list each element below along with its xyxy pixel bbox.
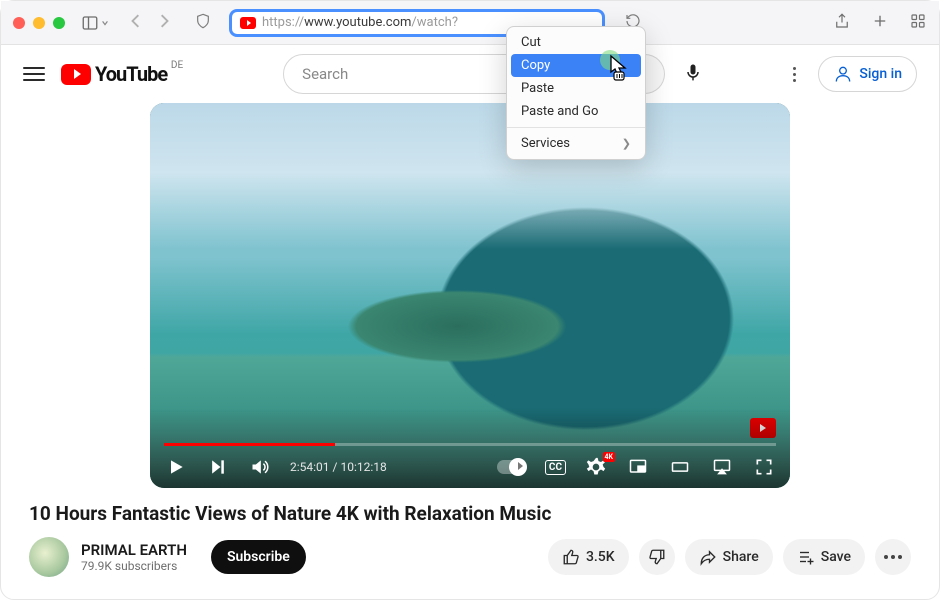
play-button[interactable] bbox=[164, 457, 188, 477]
context-copy[interactable]: Copy bbox=[511, 54, 641, 77]
safari-toolbar: https://www.youtube.com/watch? bbox=[1, 1, 939, 45]
channel-avatar[interactable] bbox=[29, 537, 69, 577]
minimize-window-button[interactable] bbox=[33, 17, 45, 29]
share-button[interactable] bbox=[833, 12, 851, 34]
player-controls: 2:54:01 / 10:12:18 CC 4K bbox=[150, 446, 790, 488]
search-placeholder: Search bbox=[302, 65, 348, 83]
channel-info[interactable]: PRIMAL EARTH 79.9K subscribers bbox=[81, 541, 187, 573]
more-actions-button[interactable] bbox=[875, 539, 911, 575]
like-count: 3.5K bbox=[586, 549, 615, 565]
fullscreen-button[interactable] bbox=[752, 457, 776, 477]
youtube-play-icon bbox=[61, 64, 91, 85]
channel-name: PRIMAL EARTH bbox=[81, 541, 187, 559]
tab-overview-button[interactable] bbox=[909, 12, 927, 34]
like-button[interactable]: 3.5K bbox=[548, 539, 629, 575]
share-button[interactable]: Share bbox=[685, 539, 773, 575]
volume-button[interactable] bbox=[248, 457, 272, 477]
context-separator bbox=[507, 127, 645, 128]
context-paste-and-go[interactable]: Paste and Go bbox=[507, 100, 645, 123]
video-player[interactable]: 2:54:01 / 10:12:18 CC 4K bbox=[150, 103, 790, 488]
sign-in-button[interactable]: Sign in bbox=[818, 56, 917, 92]
airplay-button[interactable] bbox=[710, 457, 734, 477]
youtube-wordmark: YouTube bbox=[95, 62, 167, 86]
context-cut[interactable]: Cut bbox=[507, 31, 645, 54]
dislike-button[interactable] bbox=[639, 539, 675, 575]
autoplay-toggle[interactable] bbox=[497, 460, 527, 474]
subscriber-count: 79.9K subscribers bbox=[81, 559, 187, 573]
voice-search-button[interactable] bbox=[683, 62, 703, 86]
share-label: Share bbox=[723, 549, 759, 565]
privacy-shield-icon[interactable] bbox=[195, 13, 211, 33]
save-button[interactable]: Save bbox=[783, 539, 865, 575]
forward-button[interactable] bbox=[157, 13, 171, 32]
subtitles-button[interactable]: CC bbox=[545, 460, 566, 475]
maximize-window-button[interactable] bbox=[53, 17, 65, 29]
settings-menu-button[interactable] bbox=[793, 67, 796, 82]
theater-button[interactable] bbox=[668, 457, 692, 477]
sidebar-toggle-button[interactable] bbox=[81, 14, 109, 32]
settings-button[interactable]: 4K bbox=[584, 457, 608, 477]
miniplayer-button[interactable] bbox=[626, 457, 650, 477]
video-title: 10 Hours Fantastic Views of Nature 4K wi… bbox=[29, 502, 911, 525]
subscribe-button[interactable]: Subscribe bbox=[211, 540, 306, 574]
youtube-logo[interactable]: YouTube DE bbox=[61, 62, 167, 86]
save-label: Save bbox=[821, 549, 851, 565]
back-button[interactable] bbox=[129, 13, 143, 32]
sign-in-label: Sign in bbox=[859, 66, 902, 82]
video-metadata: 10 Hours Fantastic Views of Nature 4K wi… bbox=[1, 488, 939, 591]
context-paste[interactable]: Paste bbox=[507, 77, 645, 100]
quality-badge: 4K bbox=[603, 452, 615, 462]
context-services[interactable]: Services❯ bbox=[507, 132, 645, 155]
menu-button[interactable] bbox=[23, 63, 45, 85]
context-menu: Cut Copy Paste Paste and Go Services❯ bbox=[506, 26, 646, 160]
youtube-header: YouTube DE Search Sign in bbox=[1, 45, 939, 103]
window-controls bbox=[13, 17, 65, 29]
region-code: DE bbox=[171, 60, 183, 71]
time-display: 2:54:01 / 10:12:18 bbox=[290, 460, 387, 474]
url-text: https://www.youtube.com/watch? bbox=[262, 15, 458, 30]
youtube-favicon-icon bbox=[240, 17, 256, 29]
new-tab-button[interactable] bbox=[871, 12, 889, 34]
next-button[interactable] bbox=[206, 457, 230, 477]
close-window-button[interactable] bbox=[13, 17, 25, 29]
